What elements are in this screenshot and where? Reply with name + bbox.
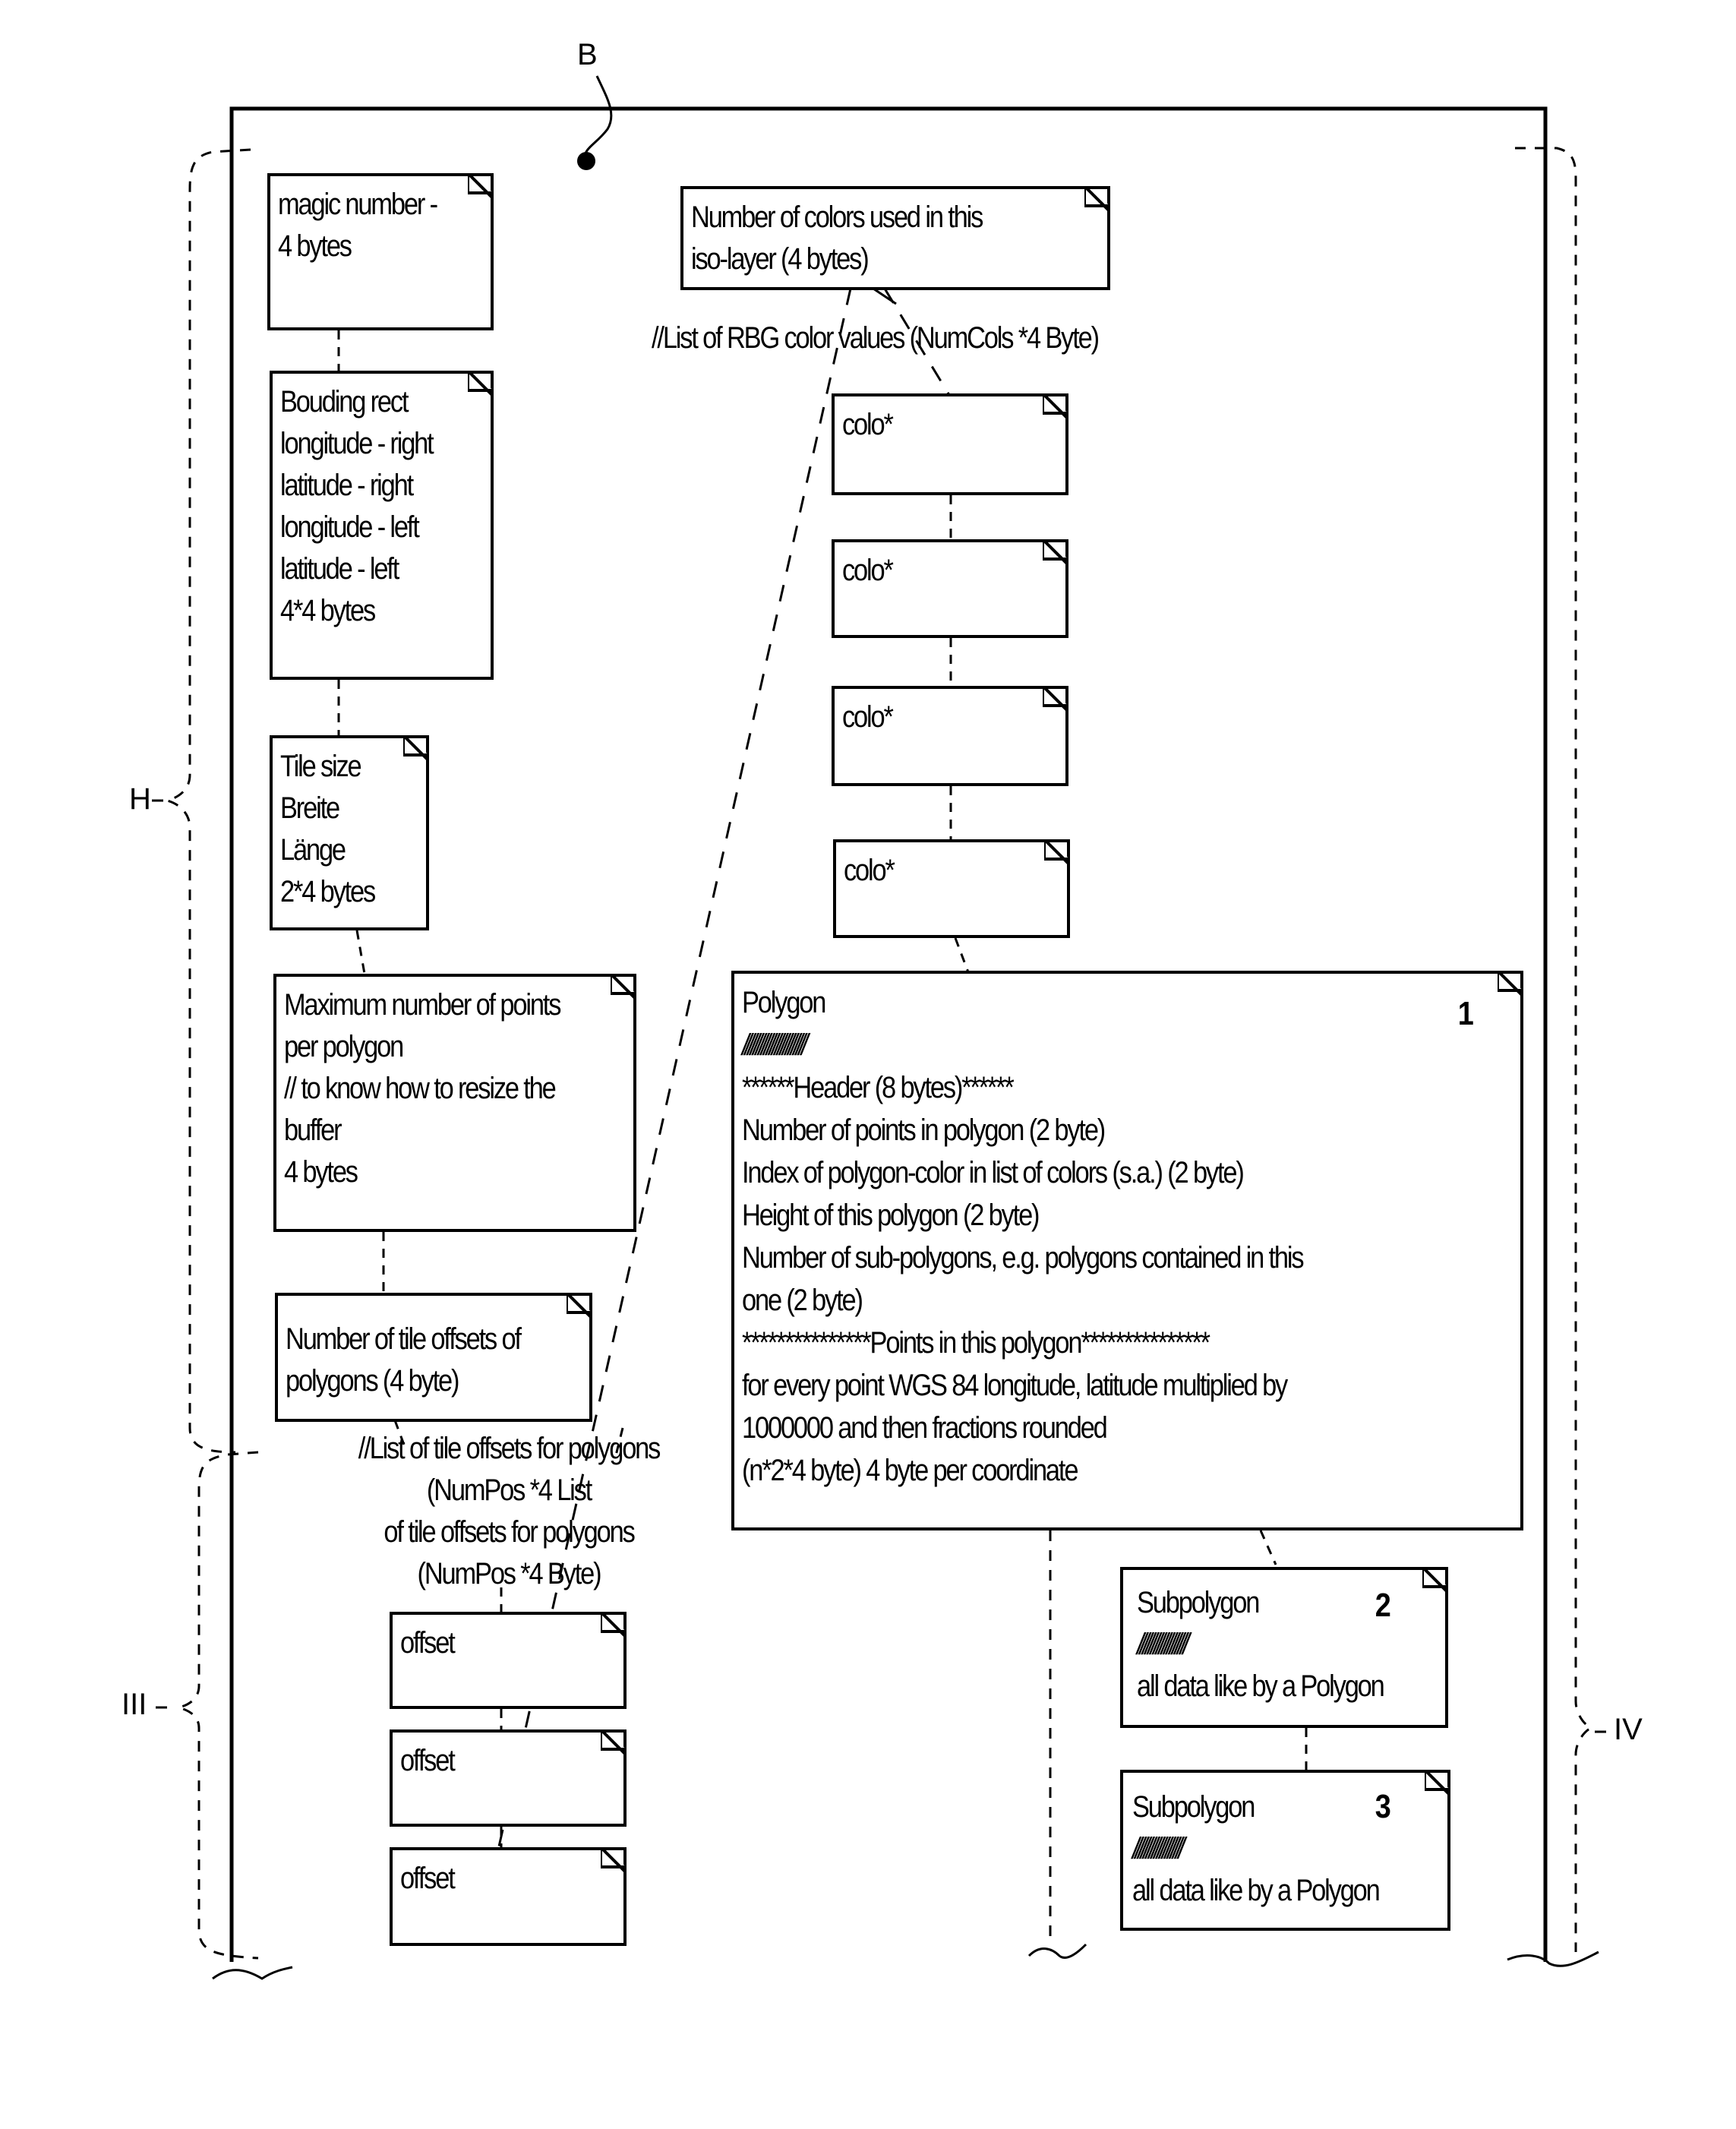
note-fold-icon <box>1422 1567 1448 1593</box>
tile-size-text: Tile size Breite Länge 2*4 bytes <box>280 750 376 908</box>
color-text: colo* <box>842 700 894 734</box>
reference-dot <box>577 152 595 170</box>
color-text: colo* <box>844 854 895 887</box>
note-fold-icon <box>1043 393 1068 419</box>
note-fold-icon <box>1084 186 1110 212</box>
note-fold-icon <box>567 1293 592 1319</box>
brace-iii <box>178 1451 259 1960</box>
magic-number-box: magic number -4 bytes <box>267 173 494 330</box>
note-fold-icon <box>601 1847 627 1873</box>
brace-label-iii: III <box>122 1688 147 1721</box>
num-colors-text: Number of colors used in this iso-layer (… <box>691 201 983 276</box>
offset-text: offset <box>400 1744 456 1777</box>
offset-text: offset <box>400 1862 456 1895</box>
color-box: colo* <box>832 539 1068 638</box>
subpolygon-number: 3 <box>1375 1788 1391 1825</box>
offset-text: offset <box>400 1626 456 1660</box>
subpolygon-box: 3 Subpolygon ////////////////// all data… <box>1120 1770 1450 1931</box>
connector <box>355 930 366 974</box>
note-fold-icon <box>601 1612 627 1638</box>
reference-leader <box>583 75 613 160</box>
magic-number-text: magic number -4 bytes <box>278 188 438 263</box>
color-box: colo* <box>833 839 1070 938</box>
brace-label-iv: IV <box>1614 1713 1643 1746</box>
note-fold-icon <box>1498 971 1523 997</box>
color-list-label: //List of RBG color values (NumCols *4 B… <box>652 321 1100 355</box>
num-tile-offsets-box: Number of tile offsets of polygons (4 byt… <box>275 1293 592 1422</box>
subpolygon-text: Subpolygon ////////////////// all data l… <box>1132 1790 1381 1907</box>
bounding-rect-text: Bouding rect longitude - right latitude -… <box>280 385 434 627</box>
offset-list-label: //List of tile offsets for polygons (NumP… <box>358 1432 661 1590</box>
polygon-to-subpolygon-line <box>1259 1530 1277 1565</box>
polygon-box: 1 Polygon /////////////////////// ******… <box>731 971 1523 1530</box>
brace-label-h: H <box>129 782 151 816</box>
offset-box: offset <box>390 1847 627 1946</box>
subpolygon-text: Subpolygon ////////////////// all data l… <box>1137 1586 1385 1703</box>
num-colors-box: Number of colors used in this iso-layer (… <box>680 186 1110 290</box>
color-text: colo* <box>842 554 894 587</box>
note-fold-icon <box>468 173 494 199</box>
frame-break-right <box>1507 1951 1599 1967</box>
max-points-text: Maximum number of points per polygon // t… <box>284 988 561 1189</box>
polygon-text: Polygon /////////////////////// ******He… <box>742 986 1305 1487</box>
brace-h <box>163 148 251 1454</box>
note-fold-icon <box>601 1729 627 1755</box>
note-fold-icon <box>611 974 636 1000</box>
max-points-box: Maximum number of points per polygon // t… <box>273 974 636 1232</box>
note-fold-icon <box>1044 839 1070 865</box>
note-fold-icon <box>1043 539 1068 565</box>
polygon-number: 1 <box>1457 995 1474 1032</box>
note-fold-icon <box>403 735 429 761</box>
polygon-break <box>1027 1943 1087 1959</box>
tile-size-box: Tile size Breite Länge 2*4 bytes <box>270 735 429 930</box>
note-fold-icon <box>468 371 494 396</box>
note-fold-icon <box>1425 1770 1450 1796</box>
connector <box>954 937 970 973</box>
note-fold-icon <box>1043 686 1068 712</box>
frame-break-left <box>212 1966 293 1980</box>
offset-box: offset <box>390 1729 627 1827</box>
subpolygon-box: 2 Subpolygon ////////////////// all data… <box>1120 1567 1448 1728</box>
num-tile-offsets-text: Number of tile offsets of polygons (4 byt… <box>286 1322 522 1398</box>
subpolygon-number: 2 <box>1375 1587 1391 1624</box>
color-box: colo* <box>832 686 1068 786</box>
color-text: colo* <box>842 408 894 441</box>
offset-box: offset <box>390 1612 627 1709</box>
brace-iv <box>1515 147 1594 1952</box>
reference-label-b: B <box>577 38 598 71</box>
bounding-rect-box: Bouding rect longitude - right latitude -… <box>270 371 494 680</box>
color-box: colo* <box>832 393 1068 495</box>
